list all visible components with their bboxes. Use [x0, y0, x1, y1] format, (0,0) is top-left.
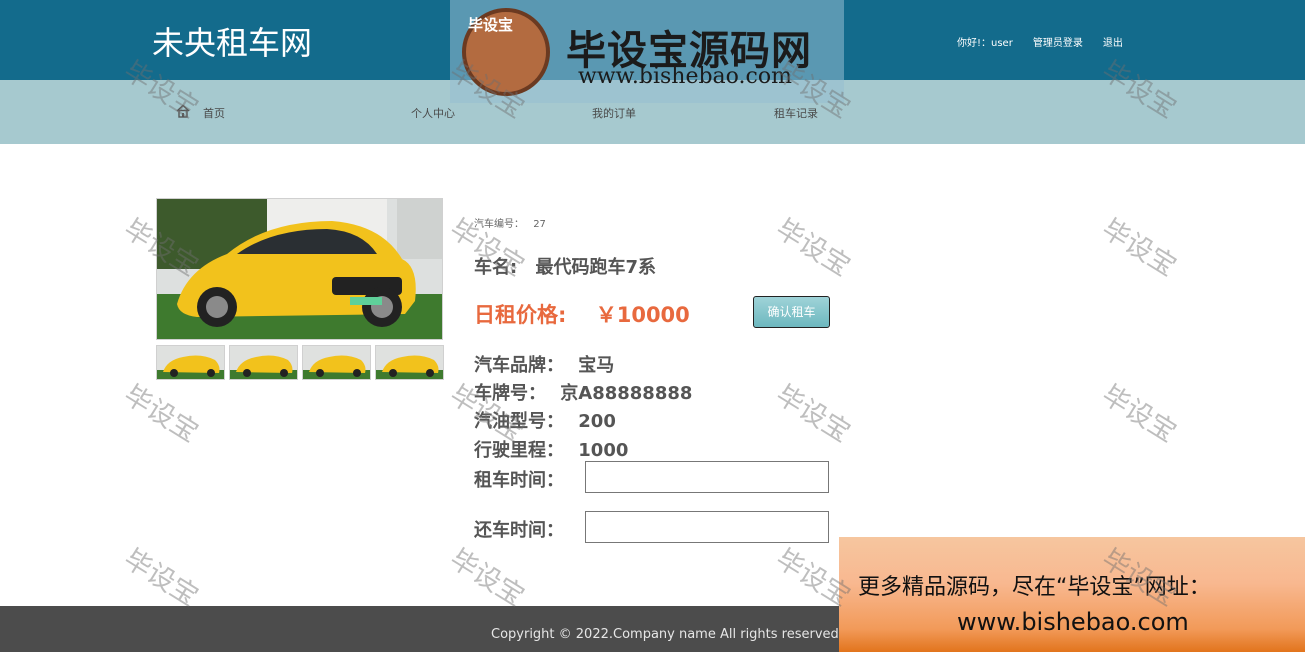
fuel-label: 汽油型号：: [474, 411, 564, 432]
car-name-row: 车名: 最代码跑车7系: [474, 253, 656, 279]
watermark-text: 毕设宝: [118, 543, 204, 613]
thumbnail-image[interactable]: [375, 345, 444, 380]
logout-link[interactable]: 退出: [1103, 34, 1123, 49]
thumbnail-image[interactable]: [156, 345, 225, 380]
watermark-url: www.bishebao.com: [578, 64, 792, 89]
thumbnail-strip: [156, 345, 444, 380]
brand-label: 汽车品牌：: [474, 355, 564, 376]
price-label: 日租价格:: [474, 303, 567, 327]
copyright-text: Copyright © 2022.Company name All rights…: [491, 627, 843, 642]
nav-item-my-orders[interactable]: 我的订单: [592, 105, 636, 121]
rent-time-label: 租车时间：: [474, 470, 564, 491]
brand-row: 汽车品牌： 宝马: [474, 351, 614, 377]
return-time-label: 还车时间：: [474, 520, 564, 541]
plate-label: 车牌号：: [474, 383, 546, 404]
car-id-value: 27: [533, 219, 546, 230]
promo-banner[interactable]: 更多精品源码，尽在“毕设宝”网址： www.bishebao.com: [839, 537, 1305, 652]
confirm-rent-button[interactable]: 确认租车: [753, 296, 830, 328]
mileage-row: 行驶里程： 1000: [474, 436, 628, 462]
watermark-text: 毕设宝: [770, 379, 856, 449]
mileage-value: 1000: [578, 440, 629, 461]
user-links: 你好!：user 管理员登录 退出: [957, 34, 1123, 49]
watermark-text: 毕设宝: [1096, 379, 1182, 449]
car-id-label: 汽车编号：: [474, 219, 524, 230]
nav-item-home[interactable]: 首页: [203, 105, 225, 121]
watermark-logo: 毕设宝 毕设宝源码网 www.bishebao.com: [450, 0, 844, 103]
watermark-text: 毕设宝: [1096, 213, 1182, 283]
return-time-input[interactable]: [585, 511, 829, 543]
home-icon: [176, 104, 190, 118]
promo-url[interactable]: www.bishebao.com: [957, 608, 1189, 636]
watermark-text: 毕设宝: [444, 543, 530, 613]
nav-item-personal-center[interactable]: 个人中心: [411, 105, 455, 121]
brand-value: 宝马: [578, 355, 615, 376]
fuel-row: 汽油型号： 200: [474, 407, 616, 433]
nav-item-rental-records[interactable]: 租车记录: [774, 105, 818, 121]
thumbnail-image[interactable]: [229, 345, 298, 380]
admin-login-link[interactable]: 管理员登录: [1033, 34, 1083, 49]
watermark-text: 毕设宝: [118, 379, 204, 449]
car-main-image: [156, 198, 443, 340]
watermark-badge-text: 毕设宝: [468, 16, 514, 34]
thumbnail-image[interactable]: [302, 345, 371, 380]
rent-time-input[interactable]: [585, 461, 829, 493]
car-name-value: 最代码跑车7系: [535, 257, 657, 278]
plate-value: 京A88888888: [560, 383, 693, 404]
user-greeting: 你好!：user: [957, 38, 1013, 49]
car-id-row: 汽车编号： 27: [474, 215, 546, 230]
site-title[interactable]: 未央租车网: [152, 18, 312, 64]
watermark-text: 毕设宝: [770, 213, 856, 283]
plate-row: 车牌号： 京A88888888: [474, 379, 692, 405]
price-value: ￥10000: [595, 303, 690, 327]
mileage-label: 行驶里程：: [474, 440, 564, 461]
promo-text: 更多精品源码，尽在“毕设宝”网址：: [858, 575, 1211, 600]
price-row: 日租价格: ￥10000: [474, 299, 690, 329]
fuel-value: 200: [578, 411, 616, 432]
car-name-label: 车名:: [474, 257, 518, 278]
